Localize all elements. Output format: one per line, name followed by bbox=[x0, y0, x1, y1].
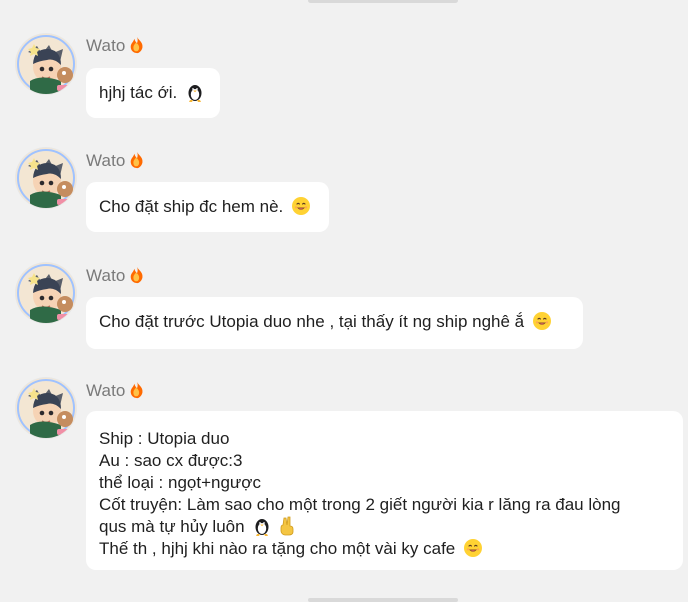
message-line: Thế th , hjhj khi nào ra tặng cho một và… bbox=[99, 538, 670, 560]
message-line: Ship : Utopia duo bbox=[99, 429, 230, 448]
victory-hand-icon bbox=[280, 516, 294, 536]
avatar[interactable] bbox=[16, 34, 76, 94]
message-text: hjhj tác ới. bbox=[99, 83, 178, 102]
avatar-image bbox=[16, 263, 76, 323]
message-bubble[interactable]: hjhj tác ới. bbox=[86, 68, 220, 118]
smiling-face-icon bbox=[463, 539, 482, 557]
message-line: qus mà tự hủy luôn bbox=[99, 516, 670, 538]
avatar-image bbox=[16, 148, 76, 208]
message-line: thể loại : ngọt+ngược bbox=[99, 473, 261, 492]
message-bubble[interactable]: Ship : Utopia duo Au : sao cx được:3 thể… bbox=[86, 411, 683, 570]
message-text: Cho đặt trước Utopia duo nhe , tại thấy … bbox=[99, 312, 525, 331]
sender-name: Wato bbox=[86, 36, 143, 54]
message-line: Cốt truyện: Làm sao cho một trong 2 giết… bbox=[99, 495, 621, 514]
fire-icon bbox=[130, 266, 143, 284]
sender-name: Wato bbox=[86, 151, 143, 169]
sender-name: Wato bbox=[86, 266, 143, 284]
avatar-image bbox=[16, 34, 76, 94]
smiling-face-icon bbox=[532, 312, 551, 330]
message-line: Au : sao cx được:3 bbox=[99, 451, 243, 470]
avatar-image bbox=[16, 378, 76, 438]
fire-icon bbox=[130, 36, 143, 54]
message-bubble[interactable]: Cho đặt trước Utopia duo nhe , tại thấy … bbox=[86, 297, 583, 349]
penguin-icon bbox=[255, 519, 269, 536]
fire-icon bbox=[130, 381, 143, 399]
sender-name: Wato bbox=[86, 381, 143, 399]
smiling-face-icon bbox=[292, 197, 311, 215]
message-text: Cho đặt ship đc hem nè. bbox=[99, 197, 284, 216]
message-bubble[interactable]: Cho đặt ship đc hem nè. bbox=[86, 182, 329, 232]
avatar[interactable] bbox=[16, 263, 76, 323]
penguin-icon bbox=[188, 85, 202, 102]
top-scroll-handle bbox=[308, 0, 458, 3]
message-line-text: Thế th , hjhj khi nào ra tặng cho một và… bbox=[99, 539, 456, 558]
avatar[interactable] bbox=[16, 378, 76, 438]
message-line-text: qus mà tự hủy luôn bbox=[99, 517, 245, 536]
fire-icon bbox=[130, 151, 143, 169]
bottom-scroll-handle bbox=[308, 598, 458, 602]
avatar[interactable] bbox=[16, 148, 76, 208]
